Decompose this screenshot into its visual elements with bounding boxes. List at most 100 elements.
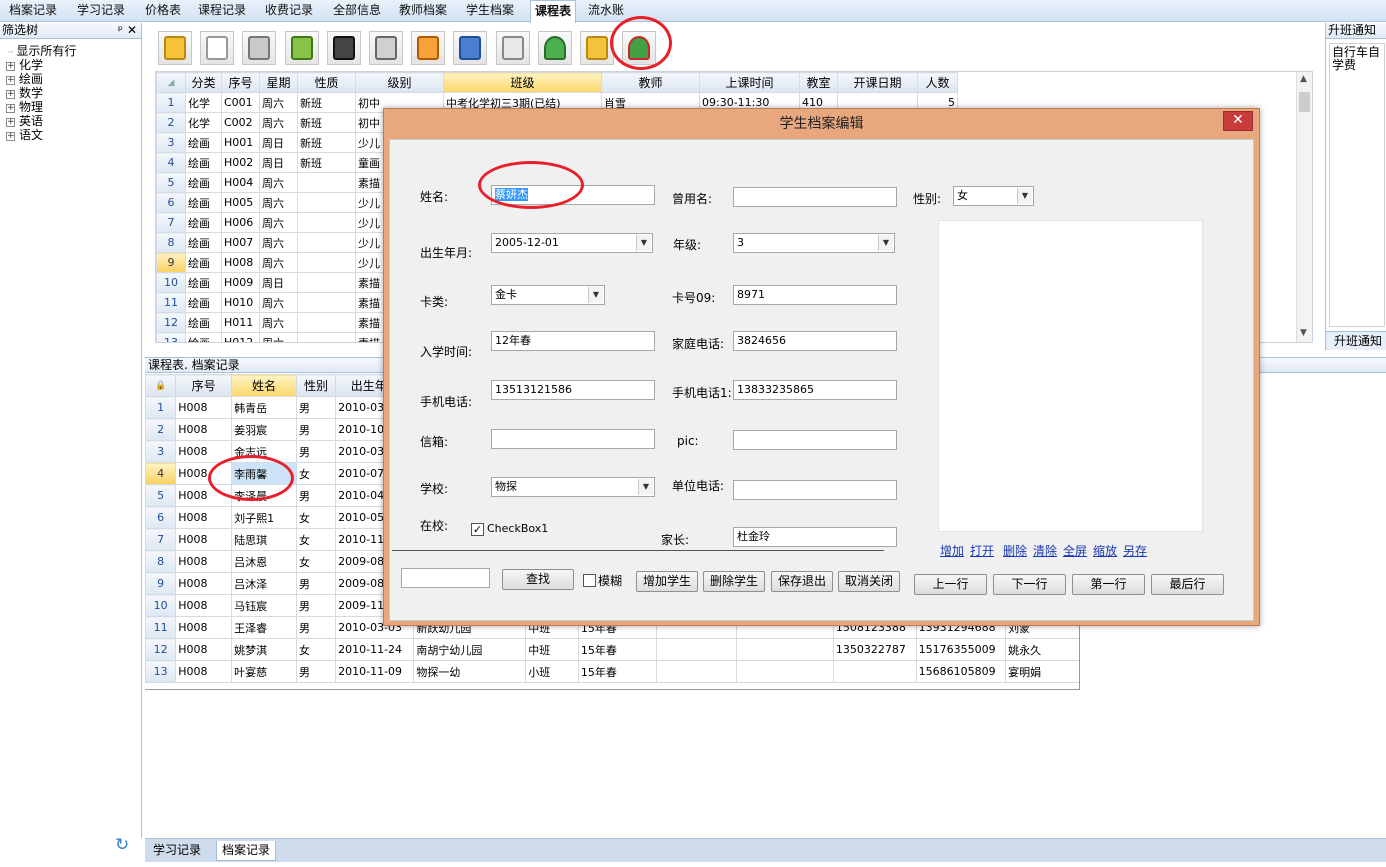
alias-input[interactable]: [733, 187, 897, 207]
table-cell[interactable]: 2010-11-24: [335, 638, 415, 661]
table-cell[interactable]: 新班: [297, 132, 356, 153]
menu-tab[interactable]: 课程记录: [194, 0, 250, 22]
toolbar-button[interactable]: [453, 31, 488, 65]
table-cell[interactable]: 女: [295, 638, 337, 661]
row-number[interactable]: 11: [156, 292, 186, 313]
table-cell[interactable]: 男: [295, 418, 337, 441]
toolbar-button[interactable]: [326, 31, 361, 65]
table-cell[interactable]: 绘画: [185, 232, 222, 253]
table-cell[interactable]: H008: [175, 638, 233, 661]
table-cell[interactable]: 周六: [259, 252, 298, 273]
row-number[interactable]: 2: [156, 112, 186, 133]
toolbar-button[interactable]: [200, 31, 235, 65]
table-cell[interactable]: H012: [221, 332, 260, 342]
expand-icon[interactable]: +: [6, 76, 15, 85]
table-cell[interactable]: 绘画: [185, 332, 222, 342]
table-cell[interactable]: H002: [221, 152, 260, 173]
table-cell[interactable]: 周六: [259, 92, 298, 113]
table-cell[interactable]: 叶宴慈: [231, 660, 297, 683]
table-cell[interactable]: [297, 292, 356, 313]
table-cell[interactable]: H008: [175, 418, 233, 441]
table-cell[interactable]: [297, 252, 356, 273]
scroll-thumb[interactable]: [1299, 92, 1310, 112]
work-phone-input[interactable]: [733, 480, 897, 500]
image-link[interactable]: 打开: [970, 542, 994, 559]
mobile-input[interactable]: 13513121586: [491, 380, 655, 400]
table-cell[interactable]: 陆思琪: [231, 528, 297, 551]
table-cell[interactable]: 绘画: [185, 172, 222, 193]
menu-tab[interactable]: 学生档案: [462, 0, 518, 22]
table-cell[interactable]: 周六: [259, 192, 298, 213]
row-number[interactable]: 9: [145, 572, 177, 595]
cancel-close-button[interactable]: 取消关闭: [838, 571, 900, 592]
fuzzy-checkbox[interactable]: [583, 574, 596, 587]
refresh-icon[interactable]: ↻: [115, 837, 129, 854]
column-header[interactable]: 性质: [297, 72, 356, 93]
expand-icon[interactable]: +: [6, 132, 15, 141]
notice-tab[interactable]: 升班通知: [1326, 331, 1386, 350]
table-cell[interactable]: 周六: [259, 312, 298, 333]
row-number[interactable]: 4: [145, 462, 177, 485]
table-cell[interactable]: 吕沐泽: [231, 572, 297, 595]
toolbar-button[interactable]: [580, 31, 614, 65]
delete-student-button[interactable]: 删除学生: [703, 571, 765, 592]
table-cell[interactable]: C001: [221, 92, 260, 113]
table-cell[interactable]: H008: [221, 252, 260, 273]
search-input[interactable]: [401, 568, 490, 588]
chevron-down-icon[interactable]: ▼: [638, 479, 653, 495]
image-link[interactable]: 删除: [1003, 542, 1027, 559]
table-cell[interactable]: H004: [221, 172, 260, 193]
chevron-down-icon[interactable]: ▼: [588, 287, 603, 303]
scroll-down-icon[interactable]: ▼: [1300, 328, 1307, 338]
photo-box[interactable]: [938, 220, 1203, 532]
parent-input[interactable]: 杜金玲: [733, 527, 897, 547]
school-select[interactable]: 物探 ▼: [491, 477, 655, 497]
row-number[interactable]: 3: [145, 440, 177, 463]
table-cell[interactable]: [735, 638, 834, 661]
table-cell[interactable]: H008: [175, 660, 233, 683]
row-number[interactable]: 12: [156, 312, 186, 333]
row-number[interactable]: 13: [145, 660, 177, 683]
table-cell[interactable]: 男: [295, 660, 337, 683]
image-link[interactable]: 缩放: [1093, 542, 1117, 559]
pin-icon[interactable]: ᵖ: [118, 23, 123, 37]
in-school-checkbox[interactable]: ✓: [471, 523, 484, 536]
column-header[interactable]: 班级: [443, 72, 602, 93]
toolbar-button[interactable]: [369, 31, 403, 65]
column-header[interactable]: 教室: [799, 72, 838, 93]
first-row-button[interactable]: 第一行: [1072, 574, 1145, 595]
row-number[interactable]: 8: [156, 232, 186, 253]
column-header[interactable]: 教师: [601, 72, 700, 93]
table-cell[interactable]: 中班: [525, 638, 579, 661]
table-cell[interactable]: 15年春: [577, 660, 658, 683]
row-number[interactable]: 7: [145, 528, 177, 551]
table-row[interactable]: 12 H008 姚梦淇女 2010-11-24 南胡宁幼儿园 中班 15年春 13503227…: [145, 638, 1079, 661]
close-icon[interactable]: ✕: [127, 23, 137, 37]
mobile1-input[interactable]: 13833235865: [733, 380, 897, 400]
table-row[interactable]: 13 H008 叶宴慈男 2010-11-09 物探一幼 小班 15年春 1568610580…: [145, 660, 1079, 683]
row-number[interactable]: 5: [145, 484, 177, 507]
chevron-down-icon[interactable]: ▼: [1017, 188, 1032, 204]
table-cell[interactable]: 女: [295, 506, 337, 529]
image-link[interactable]: 清除: [1033, 542, 1057, 559]
row-number[interactable]: 1: [156, 92, 186, 113]
row-number[interactable]: 4: [156, 152, 186, 173]
find-button[interactable]: 查找: [502, 569, 574, 590]
table-cell[interactable]: 绘画: [185, 152, 222, 173]
expand-icon[interactable]: +: [6, 62, 15, 71]
menu-tab[interactable]: 学习记录: [73, 0, 129, 22]
toolbar-button[interactable]: [537, 31, 572, 65]
column-header[interactable]: 星期: [259, 72, 298, 93]
add-student-button[interactable]: 增加学生: [636, 571, 698, 592]
table-cell[interactable]: H008: [175, 616, 233, 639]
table-cell[interactable]: 15年春: [577, 638, 658, 661]
table-cell[interactable]: 女: [295, 528, 337, 551]
table-cell[interactable]: C002: [221, 112, 260, 133]
table-cell[interactable]: [297, 312, 356, 333]
column-header[interactable]: 性别: [295, 374, 337, 397]
expand-icon[interactable]: +: [6, 104, 15, 113]
table-cell[interactable]: H009: [221, 272, 260, 293]
column-header[interactable]: 开课日期: [837, 72, 918, 93]
tree-item[interactable]: + 语文: [6, 129, 43, 142]
toolbar-button[interactable]: [242, 31, 277, 65]
